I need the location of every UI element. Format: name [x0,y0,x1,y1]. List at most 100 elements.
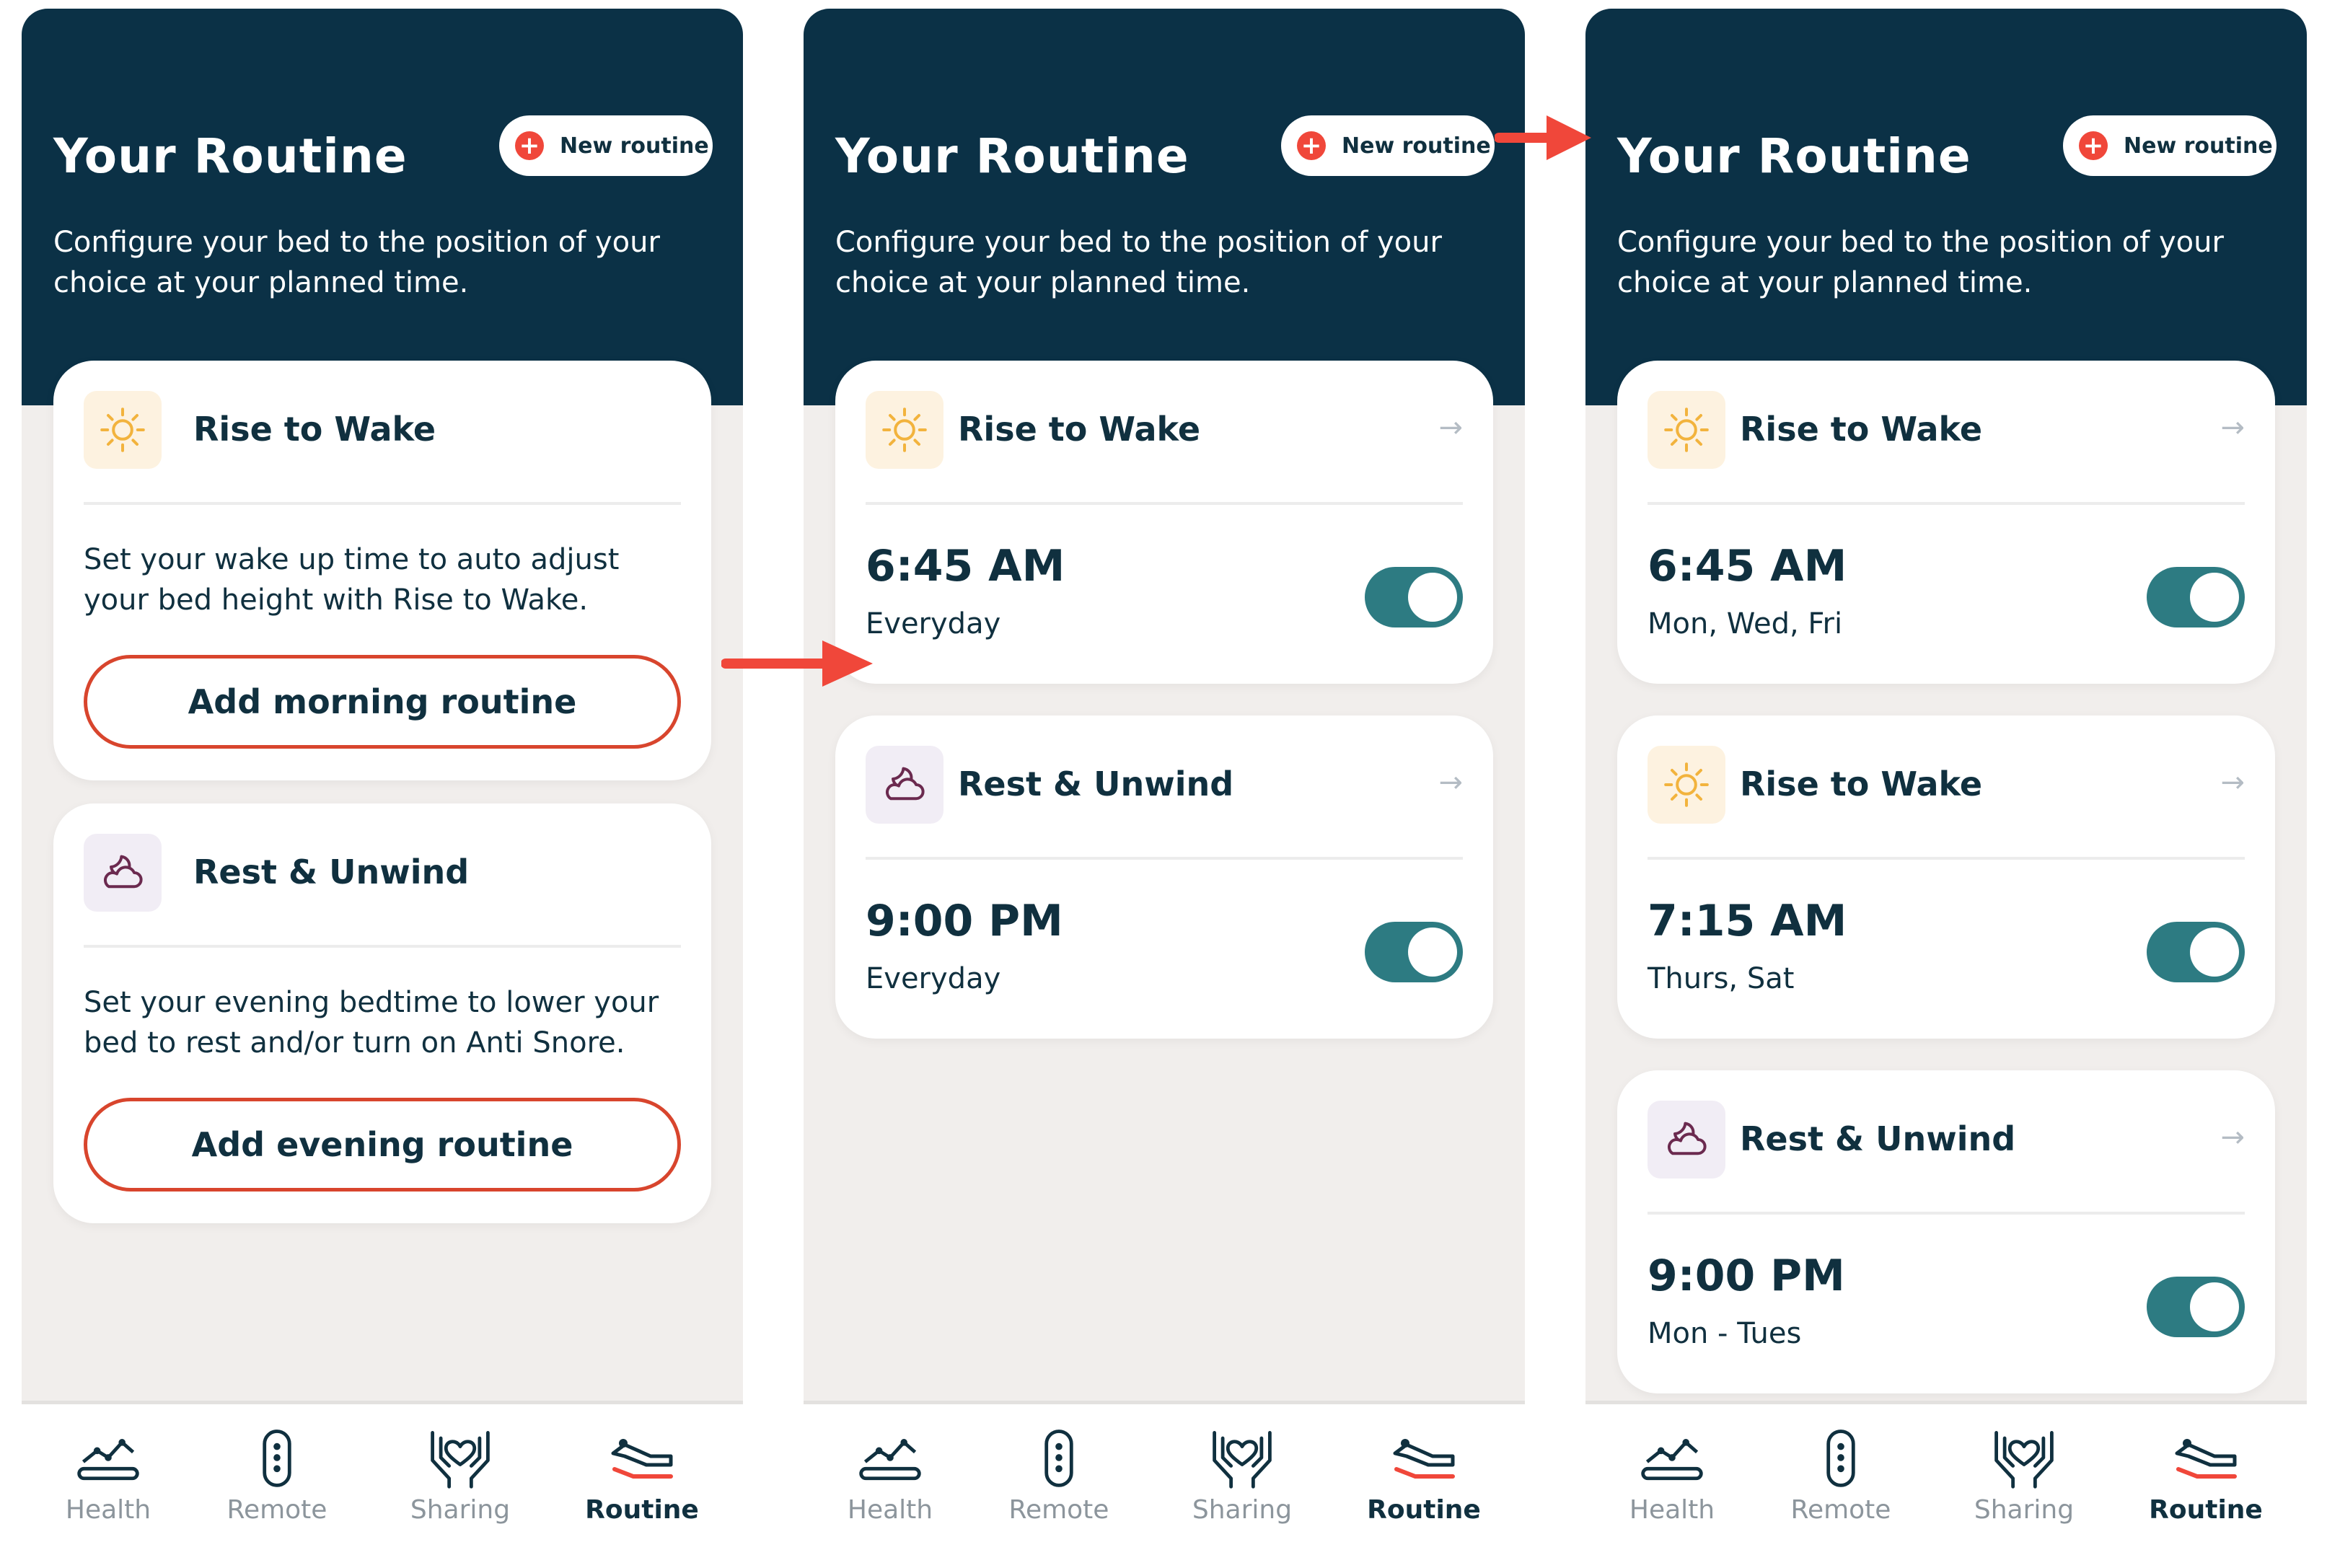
moon-cloud-icon [84,834,162,912]
page-title: Your Routine [1617,128,1971,184]
sun-icon [84,391,162,469]
arrow-right-icon[interactable]: → [2220,411,2245,444]
toggle-knob [2190,928,2239,977]
tab-routine[interactable]: Routine [570,1404,714,1568]
routine-days: Mon - Tues [1648,1317,1802,1350]
new-routine-label: New routine [560,133,709,159]
card-description: Set your wake up time to auto adjust you… [84,543,620,617]
new-routine-button[interactable]: + New routine [499,115,713,176]
routine-screen-default: Your Routine + New routine Configure you… [804,9,1525,1568]
rest-unwind-card[interactable]: Rest & Unwind → 9:00 PM Mon - Tues [1617,1070,2275,1393]
tab-remote[interactable]: Remote [1769,1404,1913,1568]
page-title: Your Routine [53,128,408,184]
arrow-right-icon[interactable]: → [2220,1121,2245,1154]
divider [866,857,1463,860]
hands-heart-icon [426,1424,495,1492]
moon-cloud-icon [1648,1101,1725,1179]
toggle-knob [1408,573,1457,622]
add-morning-routine-button[interactable]: Add morning routine [84,655,681,749]
tab-label: Routine [2149,1495,2263,1525]
flow-arrow-icon [1495,115,1591,160]
health-chart-icon [1637,1424,1707,1492]
routine-toggle[interactable] [1365,922,1463,982]
routine-time: 6:45 AM [866,541,1065,591]
flow-arrow-icon [721,640,873,687]
arrow-right-icon[interactable]: → [2220,766,2245,799]
rise-to-wake-card[interactable]: Rise to Wake → 6:45 AM Mon, Wed, Fri [1617,361,2275,684]
divider [84,502,681,505]
divider [1648,1212,2245,1215]
tab-sharing[interactable]: Sharing [1952,1404,2096,1568]
plus-icon: + [515,131,544,160]
divider [84,945,681,948]
card-description: Set your evening bedtime to lower your b… [84,986,659,1060]
arrow-right-icon[interactable]: → [1438,411,1463,444]
rise-to-wake-card[interactable]: Rise to Wake → 7:15 AM Thurs, Sat [1617,715,2275,1039]
new-routine-label: New routine [1342,133,1491,159]
rest-unwind-card: Rest & Unwind Set your evening bedtime t… [53,803,711,1223]
routine-days: Mon, Wed, Fri [1648,607,1843,640]
tab-routine[interactable]: Routine [1352,1404,1496,1568]
hands-heart-icon [1989,1424,2059,1492]
routine-toggle[interactable] [1365,567,1463,627]
card-title: Rise to Wake [1740,765,1983,803]
tab-routine[interactable]: Routine [2134,1404,2278,1568]
remote-icon [1806,1424,1875,1492]
health-chart-icon [855,1424,925,1492]
header: Your Routine + New routine Configure you… [1585,9,2307,405]
card-title: Rise to Wake [193,410,436,449]
tab-label: Sharing [410,1495,511,1525]
sun-icon [1648,391,1725,469]
new-routine-button[interactable]: + New routine [2063,115,2277,176]
tab-health[interactable]: Health [1600,1404,1744,1568]
rise-to-wake-card[interactable]: Rise to Wake → 6:45 AM Everyday [835,361,1493,684]
plus-icon: + [1297,131,1326,160]
routine-time: 7:15 AM [1648,896,1847,946]
rise-to-wake-card: Rise to Wake Set your wake up time to au… [53,361,711,780]
tab-label: Remote [1008,1495,1109,1525]
tab-label: Remote [1790,1495,1891,1525]
tab-label: Routine [585,1495,699,1525]
routine-time: 9:00 PM [1648,1251,1845,1301]
tab-label: Sharing [1192,1495,1293,1525]
page-description: Configure your bed to the position of yo… [835,226,1442,299]
divider [1648,502,2245,505]
tab-label: Health [65,1495,151,1525]
tab-label: Health [847,1495,933,1525]
routine-toggle[interactable] [2147,922,2245,982]
toggle-knob [1408,928,1457,977]
rest-unwind-card[interactable]: Rest & Unwind → 9:00 PM Everyday [835,715,1493,1039]
add-evening-routine-button[interactable]: Add evening routine [84,1098,681,1192]
tab-sharing[interactable]: Sharing [388,1404,532,1568]
bed-routine-icon [2166,1424,2245,1492]
tab-health[interactable]: Health [36,1404,180,1568]
tab-bar: Health Remote Sharing Routine [22,1401,743,1568]
routine-screen-custom: Your Routine + New routine Configure you… [1585,9,2307,1568]
tab-bar: Health Remote Sharing Routine [804,1401,1525,1568]
plus-icon: + [2079,131,2108,160]
hands-heart-icon [1208,1424,1277,1492]
tab-bar: Health Remote Sharing Routine [1585,1401,2307,1568]
remote-icon [1024,1424,1094,1492]
routine-time: 6:45 AM [1648,541,1847,591]
routine-time: 9:00 PM [866,896,1063,946]
tab-health[interactable]: Health [818,1404,962,1568]
tab-remote[interactable]: Remote [205,1404,349,1568]
routine-days: Everyday [866,962,1001,995]
routine-toggle[interactable] [2147,1277,2245,1337]
card-title: Rest & Unwind [1740,1119,2016,1158]
new-routine-button[interactable]: + New routine [1281,115,1495,176]
page-title: Your Routine [835,128,1189,184]
bed-routine-icon [1384,1424,1464,1492]
tab-label: Health [1629,1495,1715,1525]
new-routine-label: New routine [2124,133,2273,159]
tab-sharing[interactable]: Sharing [1170,1404,1314,1568]
card-title: Rest & Unwind [958,765,1234,803]
divider [866,502,1463,505]
toggle-knob [2190,573,2239,622]
arrow-right-icon[interactable]: → [1438,766,1463,799]
tab-label: Sharing [1974,1495,2075,1525]
page-description: Configure your bed to the position of yo… [1617,226,2224,299]
tab-remote[interactable]: Remote [987,1404,1131,1568]
routine-toggle[interactable] [2147,567,2245,627]
